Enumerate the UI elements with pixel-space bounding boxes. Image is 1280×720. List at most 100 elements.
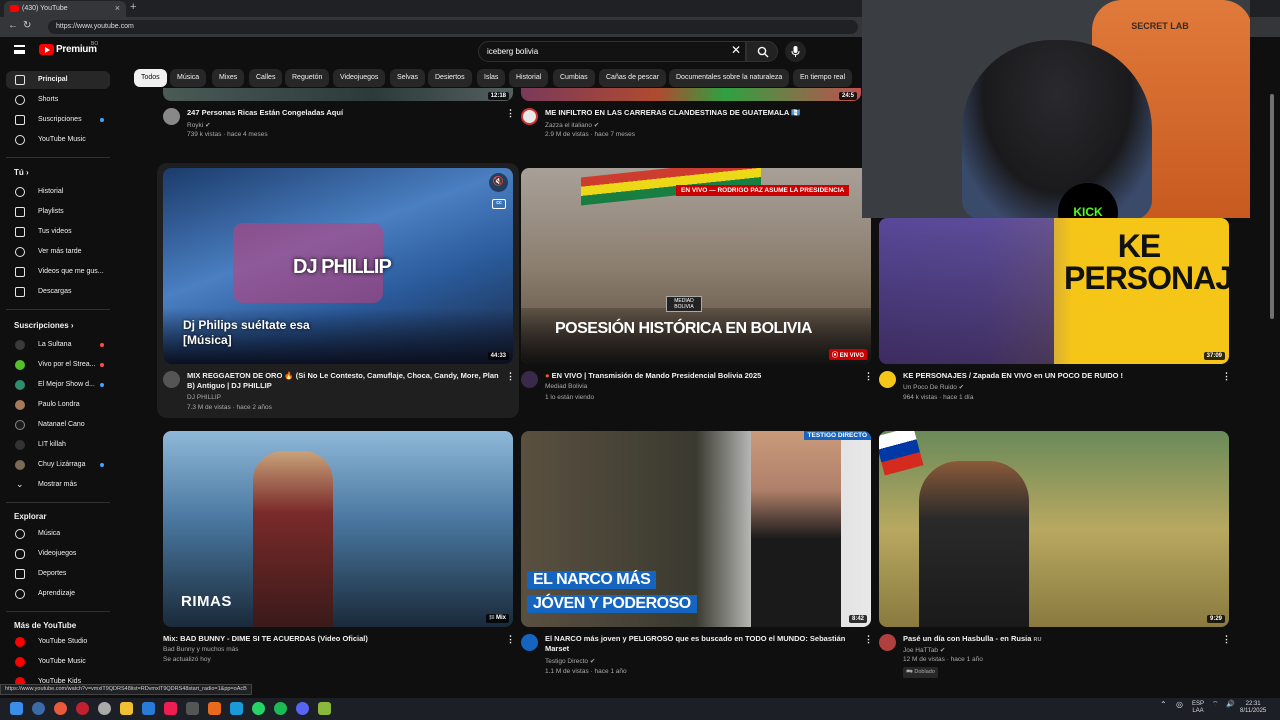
- chip[interactable]: Historial: [509, 69, 549, 87]
- windows-start-icon[interactable]: [10, 702, 23, 715]
- sidebar-item-learning[interactable]: Aprendizaje: [6, 585, 110, 603]
- sidebar-item-youtube-music[interactable]: YouTube Music: [6, 131, 110, 149]
- more-options-icon[interactable]: ⋮: [1222, 371, 1231, 382]
- clear-search-icon[interactable]: ✕: [731, 43, 741, 57]
- sidebar-sub-item[interactable]: Chuy Lizárraga: [6, 456, 110, 474]
- back-icon[interactable]: ←: [8, 20, 18, 31]
- whatsapp-icon[interactable]: [252, 702, 265, 715]
- chip[interactable]: Música: [170, 69, 207, 87]
- sidebar-item-your-videos[interactable]: Tus videos: [6, 223, 110, 241]
- chip[interactable]: Islas: [477, 69, 506, 87]
- chip[interactable]: Reguetón: [285, 69, 330, 87]
- more-options-icon[interactable]: ⋮: [864, 371, 873, 382]
- sidebar-item-downloads[interactable]: Descargas: [6, 283, 110, 301]
- sidebar-sub-item[interactable]: Natanael Cano: [6, 416, 110, 434]
- chip[interactable]: Todos: [134, 69, 167, 87]
- chip[interactable]: Cumbias: [553, 69, 595, 87]
- clock[interactable]: 22:31 8/11/2025: [1240, 701, 1266, 715]
- video-title[interactable]: KE PERSONAJES / Zapada EN VIVO en UN POC…: [903, 371, 1215, 381]
- video-thumbnail[interactable]: 9:29: [879, 431, 1229, 627]
- sidebar-item-gaming[interactable]: Videojuegos: [6, 545, 110, 563]
- volume-icon[interactable]: 🔊: [1226, 701, 1235, 708]
- channel-avatar[interactable]: [879, 634, 896, 651]
- sidebar-sub-item[interactable]: LIT killah: [6, 436, 110, 454]
- channel-name[interactable]: Joe HaTTab ✔: [903, 646, 945, 654]
- video-thumbnail[interactable]: 24:5: [521, 88, 861, 101]
- video-thumbnail[interactable]: RIMAS ⦙≡ Mix: [163, 431, 513, 627]
- channel-name[interactable]: DJ PHILLIP: [187, 394, 221, 401]
- channel-name[interactable]: Royki ✔: [187, 121, 211, 129]
- chrome-icon[interactable]: [54, 702, 67, 715]
- keyboard-language[interactable]: ESP LAA: [1192, 701, 1204, 715]
- chip[interactable]: Videojuegos: [333, 69, 386, 87]
- more-options-icon[interactable]: ⋮: [506, 371, 515, 382]
- channel-avatar[interactable]: [521, 371, 538, 388]
- menu-icon[interactable]: [14, 45, 25, 54]
- close-tab-icon[interactable]: ×: [115, 3, 120, 13]
- video-thumbnail[interactable]: EN VIVO — RODRIGO PAZ ASUME LA PRESIDENC…: [521, 168, 871, 364]
- channel-avatar[interactable]: [163, 108, 180, 125]
- sidebar-sub-item[interactable]: El Mejor Show d...: [6, 376, 110, 394]
- channel-avatar[interactable]: [521, 634, 538, 651]
- sidebar-item-subscriptions[interactable]: Suscripciones: [6, 111, 110, 129]
- channel-avatar[interactable]: [163, 371, 180, 388]
- voice-search-button[interactable]: [785, 41, 806, 62]
- video-title[interactable]: 247 Personas Ricas Están Congeladas Aquí: [187, 108, 497, 118]
- chip[interactable]: Desiertos: [428, 69, 472, 87]
- chip[interactable]: En tiempo real: [793, 69, 853, 87]
- video-title[interactable]: Pasé un día con Hasbulla - en Rusia RU: [903, 634, 1215, 645]
- search-button[interactable]: [746, 41, 778, 62]
- sidebar-item-music[interactable]: Música: [6, 525, 110, 543]
- mute-icon[interactable]: 🔇: [489, 173, 508, 192]
- more-options-icon[interactable]: ⋮: [506, 634, 515, 645]
- network-icon[interactable]: ◎: [1176, 701, 1183, 709]
- new-tab-icon[interactable]: +: [130, 1, 136, 13]
- chip[interactable]: Calles: [249, 69, 283, 87]
- opera-icon[interactable]: [76, 702, 89, 715]
- video-thumbnail[interactable]: 12:18: [163, 88, 513, 101]
- channel-name[interactable]: Zazza el italiano ✔: [545, 121, 599, 129]
- scrollbar-thumb[interactable]: [1270, 94, 1274, 319]
- address-bar[interactable]: https://www.youtube.com: [48, 20, 858, 34]
- chip[interactable]: Mixes: [212, 69, 245, 87]
- video-title[interactable]: Mix: BAD BUNNY - DIME SI TE ACUERDAS (Vi…: [163, 634, 503, 644]
- channel-name[interactable]: Mediad Bolivia: [545, 383, 587, 390]
- video-thumbnail[interactable]: DJ PHILLIP Dj Philips suéltate esa [Músi…: [163, 168, 513, 364]
- sidebar-sub-item[interactable]: Paulo Londra: [6, 396, 110, 414]
- sidebar-item-shorts[interactable]: Shorts: [6, 91, 110, 109]
- captions-icon[interactable]: cc: [492, 199, 506, 209]
- video-title[interactable]: El NARCO más joven y PELIGROSO que es bu…: [545, 634, 857, 654]
- spotify-icon[interactable]: [274, 702, 287, 715]
- sidebar-item-liked-videos[interactable]: Videos que me gus...: [6, 263, 110, 281]
- video-title[interactable]: ME INFILTRO EN LAS CARRERAS CLANDESTINAS…: [545, 108, 855, 118]
- steam-icon[interactable]: [186, 702, 199, 715]
- settings-gear-icon[interactable]: [98, 702, 111, 715]
- channel-avatar[interactable]: [521, 108, 538, 125]
- video-thumbnail[interactable]: TESTIGO DIRECTO EL NARCO MÁS JÓVEN Y POD…: [521, 431, 871, 627]
- chip[interactable]: Cañas de pescar: [599, 69, 666, 87]
- channel-name[interactable]: Un Poco De Ruido ✔: [903, 383, 964, 391]
- sidebar-sub-item[interactable]: Vivo por el Strea...: [6, 356, 110, 374]
- app-icon[interactable]: [142, 702, 155, 715]
- video-thumbnail[interactable]: KE PERSONAJES 37:09: [879, 218, 1229, 364]
- sidebar-sub-item[interactable]: La Sultana: [6, 336, 110, 354]
- channel-name[interactable]: Bad Bunny y muchos más: [163, 646, 239, 653]
- wifi-icon[interactable]: ⌔: [1212, 701, 1219, 708]
- channel-name[interactable]: Testigo Directo ✔: [545, 657, 595, 665]
- sidebar-item-watch-later[interactable]: Ver más tarde: [6, 243, 110, 261]
- sidebar-item-youtube-studio[interactable]: YouTube Studio: [6, 633, 110, 651]
- more-options-icon[interactable]: ⋮: [506, 108, 515, 119]
- sidebar-item-youtube-music-app[interactable]: YouTube Music: [6, 653, 110, 671]
- chip[interactable]: Documentales sobre la naturaleza: [669, 69, 790, 87]
- show-more-button[interactable]: ⌄ Mostrar más: [6, 476, 110, 494]
- channel-avatar[interactable]: [879, 371, 896, 388]
- browser-tab[interactable]: (430) YouTube ×: [4, 1, 126, 17]
- app-icon[interactable]: [32, 702, 45, 715]
- tiktok-icon[interactable]: [164, 702, 177, 715]
- youtube-logo-icon[interactable]: [39, 44, 54, 55]
- file-explorer-icon[interactable]: [120, 702, 133, 715]
- more-options-icon[interactable]: ⋮: [864, 634, 873, 645]
- page-scrollbar[interactable]: [1268, 66, 1276, 686]
- sidebar-item-home[interactable]: Principal: [6, 71, 110, 89]
- discord-icon[interactable]: [296, 702, 309, 715]
